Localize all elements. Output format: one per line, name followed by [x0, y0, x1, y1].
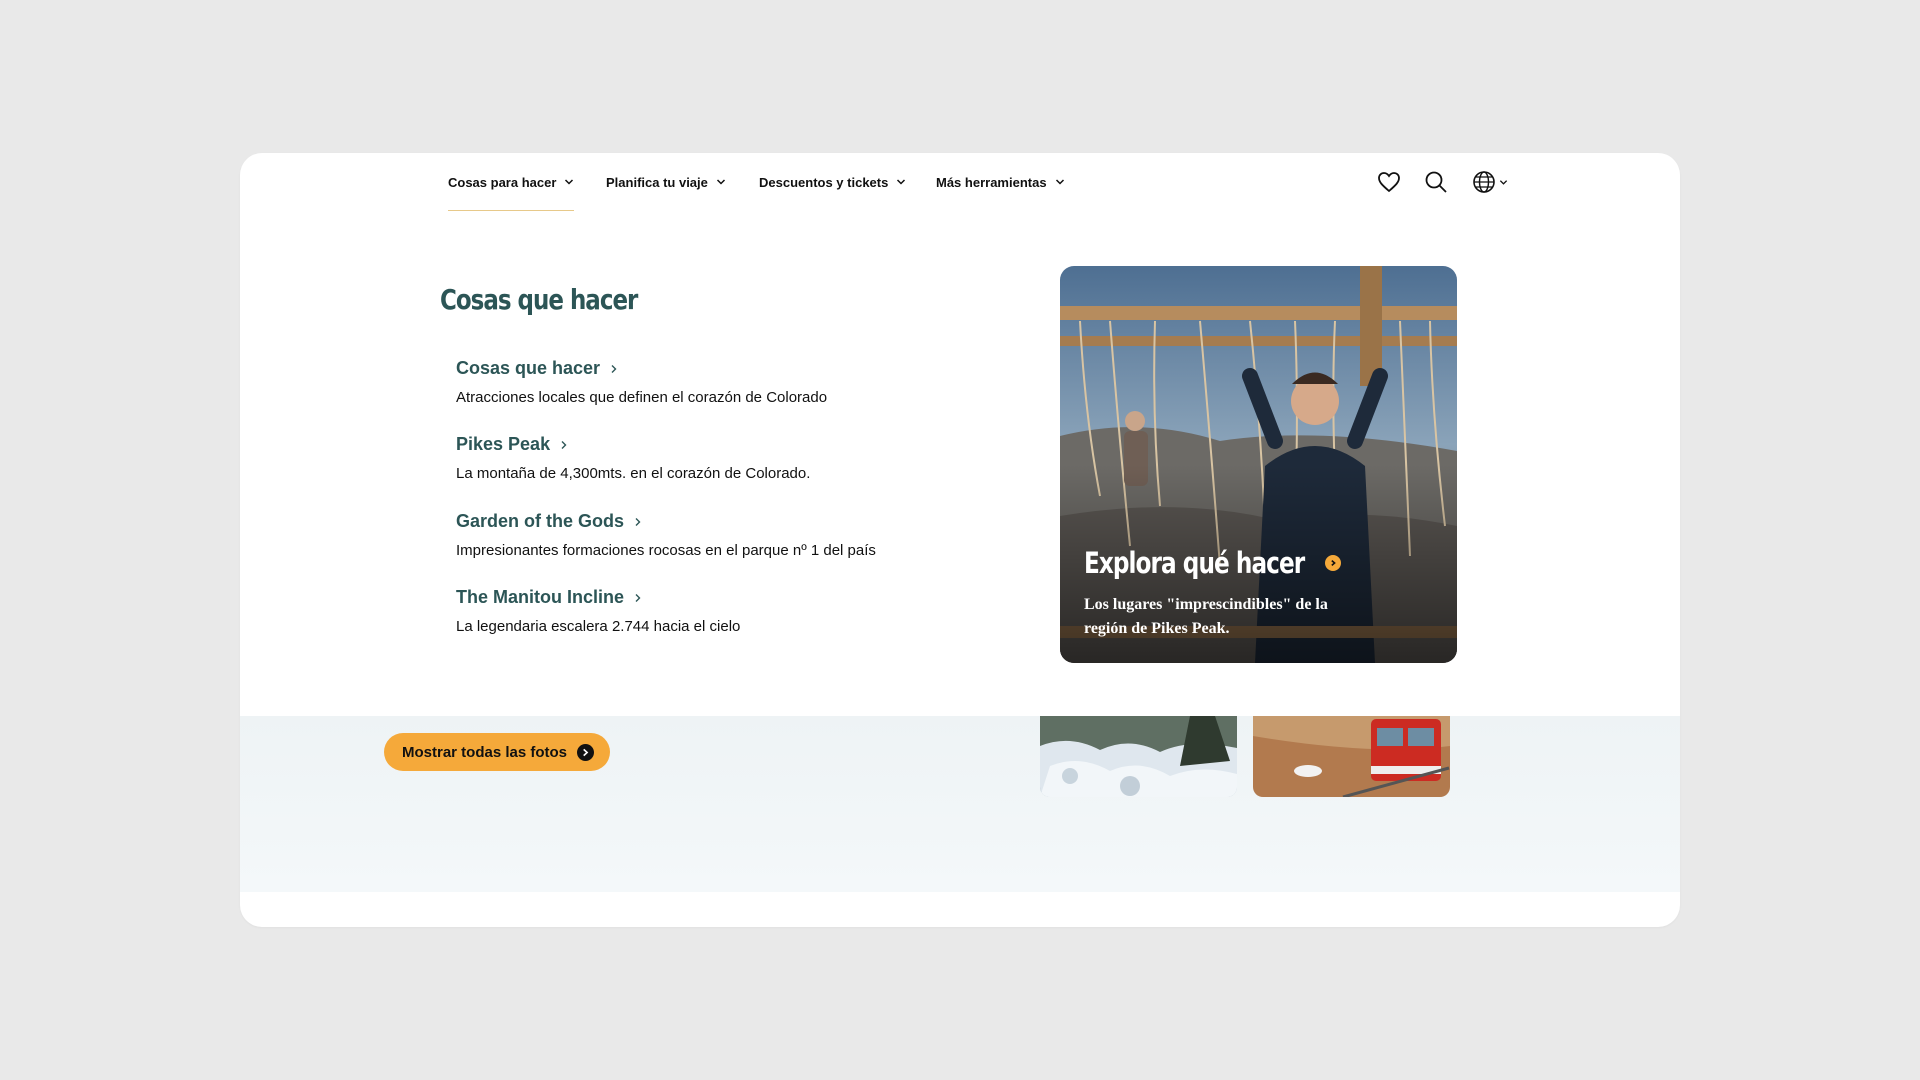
search-icon[interactable] [1421, 167, 1451, 197]
promo-title[interactable]: Explora qué hacer [1084, 546, 1342, 580]
menu-link-cosas-que-hacer[interactable]: Cosas que hacer Atracciones locales que … [456, 358, 827, 406]
nav-label: Más herramientas [936, 174, 1047, 190]
mega-menu: Cosas que hacer Cosas que hacer Atraccio… [240, 211, 1680, 716]
arrow-right-icon [1325, 555, 1342, 571]
nav-mas-herramientas[interactable]: Más herramientas [936, 153, 1065, 211]
menu-title: Cosas que hacer [440, 283, 638, 316]
promo-description: Los lugares "imprescindibles" de la regi… [1084, 596, 1328, 637]
gallery-thumb-snowy-trees[interactable] [1040, 716, 1237, 797]
chevron-right-icon [635, 593, 641, 602]
chevron-down-icon [1055, 179, 1064, 185]
promo-title-text: Explora qué hacer [1084, 546, 1305, 580]
menu-link-description: Impresionantes formaciones rocosas en el… [456, 542, 876, 559]
gallery-thumb-cog-railway[interactable] [1253, 716, 1450, 797]
heart-icon[interactable] [1374, 167, 1404, 197]
browser-page: Mostrar todas las fotos Cosas para hacer… [240, 153, 1680, 927]
menu-link-title[interactable]: The Manitou Incline [456, 587, 740, 608]
arrow-right-icon [577, 743, 595, 761]
nav-label: Cosas para hacer [448, 174, 557, 190]
menu-link-title[interactable]: Pikes Peak [456, 434, 810, 455]
chevron-right-icon [611, 364, 617, 373]
menu-link-description: La montaña de 4,300mts. en el corazón de… [456, 465, 811, 482]
menu-link-label: Pikes Peak [456, 434, 551, 454]
globe-icon [1473, 171, 1495, 193]
chevron-down-icon [1499, 179, 1508, 185]
menu-link-description: Atracciones locales que definen el coraz… [456, 389, 828, 406]
chevron-down-icon [716, 179, 725, 185]
menu-link-label: Cosas que hacer [456, 358, 601, 378]
menu-link-title[interactable]: Cosas que hacer [456, 358, 827, 379]
menu-link-pikes-peak[interactable]: Pikes Peak La montaña de 4,300mts. en el… [456, 434, 810, 482]
nav-descuentos-y-tickets[interactable]: Descuentos y tickets [759, 153, 906, 211]
chevron-right-icon [635, 517, 641, 526]
nav-label: Descuentos y tickets [759, 174, 889, 190]
menu-link-label: The Manitou Incline [456, 587, 625, 607]
main-navbar: Cosas para hacer Planifica tu viaje Desc… [240, 153, 1680, 212]
language-selector[interactable] [1468, 167, 1512, 197]
nav-label: Planifica tu viaje [606, 174, 708, 190]
show-all-photos-button[interactable]: Mostrar todas las fotos [384, 733, 611, 771]
menu-link-label: Garden of the Gods [456, 511, 625, 531]
chevron-down-icon [565, 179, 574, 185]
show-all-photos-label: Mostrar todas las fotos [402, 743, 568, 761]
menu-link-description: La legendaria escalera 2.744 hacia el ci… [456, 618, 741, 635]
menu-link-manitou-incline[interactable]: The Manitou Incline La legendaria escale… [456, 587, 740, 635]
promo-card-explora[interactable]: Explora qué hacer Los lugares "imprescin… [1060, 266, 1457, 663]
gallery-section: Mostrar todas las fotos [240, 716, 1680, 892]
nav-cosas-para-hacer[interactable]: Cosas para hacer [448, 153, 575, 212]
chevron-down-icon [897, 179, 906, 185]
chevron-right-icon [561, 440, 567, 449]
menu-link-garden-of-the-gods[interactable]: Garden of the Gods Impresionantes formac… [456, 511, 876, 559]
nav-planifica-tu-viaje[interactable]: Planifica tu viaje [606, 153, 726, 211]
menu-link-title[interactable]: Garden of the Gods [456, 511, 876, 532]
